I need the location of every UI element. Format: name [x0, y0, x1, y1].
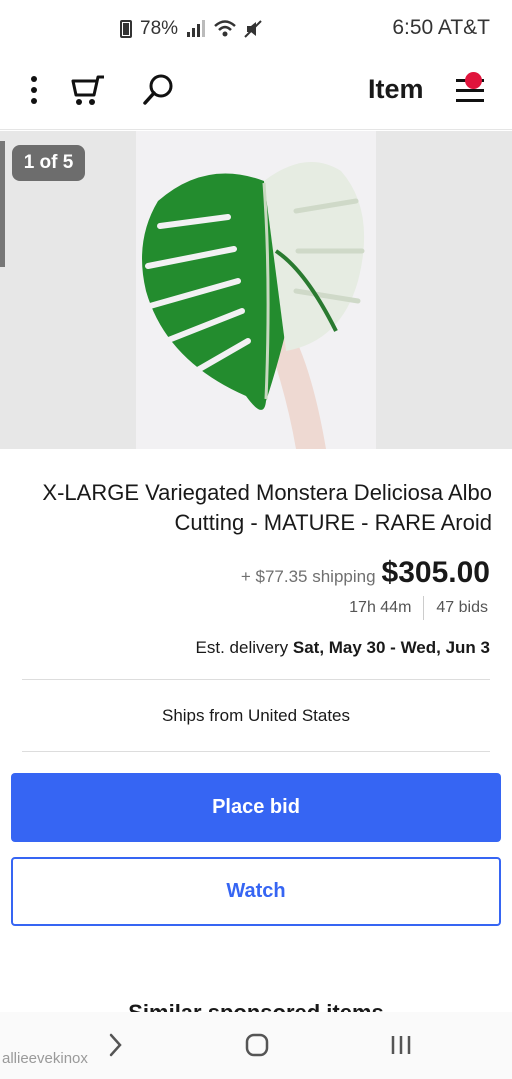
listing-photo[interactable] [136, 131, 376, 449]
time-left: 17h 44m [349, 599, 412, 616]
battery-icon [120, 20, 132, 38]
recents-icon[interactable] [384, 1030, 418, 1060]
notification-dot [465, 72, 482, 89]
system-nav-bar [0, 1012, 512, 1079]
home-icon[interactable] [240, 1030, 274, 1060]
delivery-prefix: Est. delivery [195, 638, 289, 657]
more-options-icon[interactable] [14, 70, 54, 110]
delivery-estimate: Est. delivery Sat, May 30 - Wed, Jun 3 [196, 638, 490, 658]
divider [22, 751, 490, 752]
price-row: + $77.35 shipping $305.00 [241, 556, 490, 590]
status-bar: 78% 6:50 AT&T [0, 0, 512, 56]
app-header: Item [0, 56, 512, 130]
mute-icon [244, 20, 262, 38]
current-price: $305.00 [381, 556, 490, 589]
bid-count[interactable]: 47 bids [436, 599, 488, 617]
page-title: Item [368, 74, 424, 104]
battery-level: 78% [140, 18, 179, 39]
place-bid-button[interactable]: Place bid [11, 773, 501, 842]
shipping-cost: + $77.35 shipping [240, 567, 376, 586]
gallery-scroll-indicator [0, 141, 5, 267]
cart-icon[interactable] [68, 70, 108, 110]
divider [22, 679, 490, 680]
status-time: 6:50 AT&T [392, 16, 490, 39]
status-icons: 78% [120, 18, 262, 40]
delivery-dates: Sat, May 30 - Wed, Jun 3 [292, 638, 490, 657]
wifi-icon [214, 20, 236, 37]
meta-divider [423, 596, 425, 620]
image-counter-badge: 1 of 5 [12, 145, 85, 181]
menu-icon[interactable] [450, 70, 490, 110]
back-icon[interactable] [98, 1030, 132, 1060]
image-gallery[interactable]: 1 of 5 [0, 131, 512, 449]
signal-icon [187, 20, 206, 37]
watch-button[interactable]: Watch [11, 857, 501, 926]
listing-title: X-LARGE Variegated Monstera Deliciosa Al… [42, 480, 492, 535]
watermark: allieevekinox [2, 1050, 88, 1067]
bid-meta: 17h 44m 47 bids [349, 596, 488, 620]
ships-from: Ships from United States [161, 706, 351, 725]
search-icon[interactable] [138, 70, 178, 110]
